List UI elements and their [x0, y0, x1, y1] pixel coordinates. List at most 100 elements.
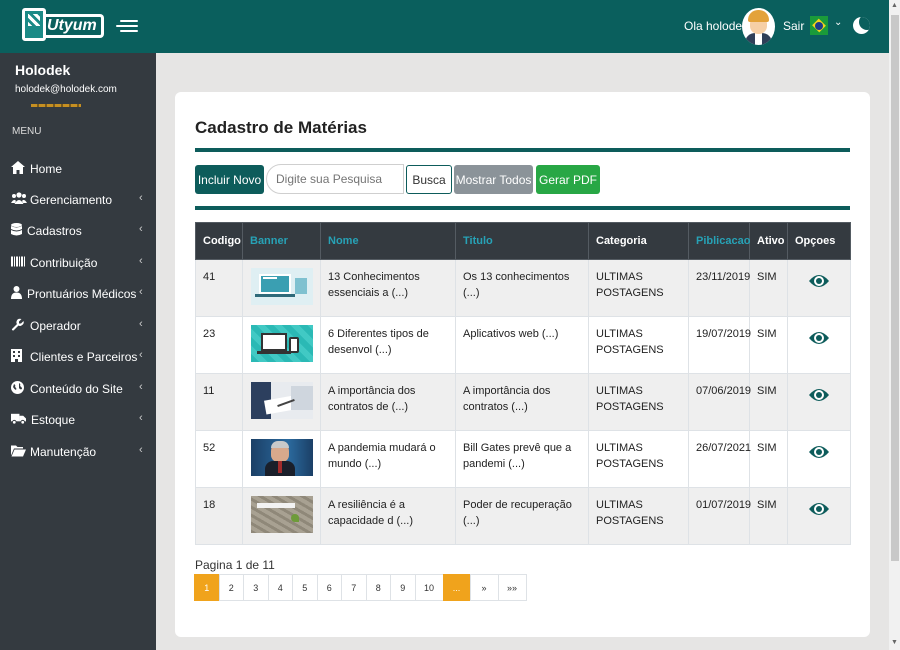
barcode-icon [11, 256, 25, 267]
add-new-button[interactable]: Incluir Novo [195, 165, 264, 194]
page-button[interactable]: 1 [194, 574, 220, 601]
top-bar: Utyum Ola holodek Sair ⌄ [0, 0, 889, 53]
page-button[interactable]: 4 [267, 574, 293, 601]
column-header-ativo[interactable]: Ativo [749, 222, 788, 260]
brazil-flag-icon[interactable] [810, 16, 828, 35]
page-button[interactable]: 8 [365, 574, 391, 601]
home-icon [11, 161, 25, 174]
sidebar-item-estoque[interactable]: Estoque ‹ [0, 404, 156, 434]
sidebar-item-gerenciamento[interactable]: Gerenciamento ‹ [0, 184, 156, 214]
cell-publicacao: 26/07/2021 [688, 430, 751, 488]
sidebar-item-label: Prontuários Médicos [27, 287, 137, 301]
page-button[interactable]: 2 [218, 574, 244, 601]
cell-ativo: SIM [749, 259, 788, 317]
user-name: Holodek [15, 62, 71, 78]
sidebar: Holodek holodek@holodek.com MENU Home Ge… [0, 53, 156, 650]
page-button[interactable]: 6 [316, 574, 342, 601]
scrollbar-thumb[interactable] [891, 15, 899, 561]
banner-thumbnail[interactable] [251, 268, 313, 305]
page-button[interactable]: 9 [390, 574, 416, 601]
page-button[interactable]: 5 [292, 574, 318, 601]
cell-nome: A pandemia mudará o mundo (...) [320, 430, 456, 488]
chevron-left-icon: ‹ [139, 412, 143, 424]
cell-codigo: 52 [195, 430, 243, 488]
sidebar-item-label: Gerenciamento [30, 193, 113, 207]
cell-nome: A importância dos contratos de (...) [320, 373, 456, 431]
sidebar-item-home[interactable]: Home [0, 153, 156, 183]
user-md-icon [11, 286, 22, 299]
banner-thumbnail[interactable] [251, 439, 313, 476]
scroll-down-icon[interactable]: ▼ [891, 639, 898, 646]
cell-ativo: SIM [749, 430, 788, 488]
generate-pdf-button[interactable]: Gerar PDF [536, 165, 600, 194]
cell-publicacao: 01/07/2019 [688, 487, 751, 545]
sidebar-item-manutencao[interactable]: Manutenção ‹ [0, 436, 156, 466]
cell-categoria: ULTIMAS POSTAGENS [588, 316, 689, 374]
page-button[interactable]: 3 [243, 574, 269, 601]
sidebar-item-prontuarios[interactable]: Prontuários Médicos ‹ [0, 278, 156, 308]
sidebar-item-contribuicao[interactable]: Contribuição ‹ [0, 247, 156, 277]
logout-link[interactable]: Sair [783, 19, 804, 33]
chevron-left-icon: ‹ [139, 444, 143, 456]
menu-section-label: MENU [12, 126, 42, 137]
view-eye-icon[interactable] [808, 385, 830, 405]
cell-nome: 13 Conhecimentos essenciais a (...) [320, 259, 456, 317]
sidebar-item-clientes[interactable]: Clientes e Parceiros ‹ [0, 341, 156, 371]
cell-categoria: ULTIMAS POSTAGENS [588, 259, 689, 317]
column-header-codigo[interactable]: Codigo [195, 222, 243, 260]
toolbar-divider [195, 206, 850, 210]
sidebar-item-operador[interactable]: Operador ‹ [0, 310, 156, 340]
pagination-info: Pagina 1 de 11 [195, 558, 275, 572]
last-page-button[interactable]: »» [497, 574, 527, 601]
cell-codigo: 18 [195, 487, 243, 545]
avatar[interactable] [742, 8, 775, 45]
cell-titulo: Bill Gates prevê que a pandemi (...) [455, 430, 589, 488]
search-button[interactable]: Busca [406, 165, 452, 194]
menu-toggle-icon[interactable] [116, 17, 138, 35]
cell-categoria: ULTIMAS POSTAGENS [588, 373, 689, 431]
cell-banner [242, 430, 321, 488]
chevron-down-icon[interactable]: ⌄ [834, 17, 842, 28]
cell-ativo: SIM [749, 487, 788, 545]
page-scrollbar[interactable]: ▲ ▼ [889, 0, 900, 650]
sidebar-item-cadastros[interactable]: Cadastros ‹ [0, 215, 156, 245]
title-divider [195, 148, 850, 152]
view-eye-icon[interactable] [808, 328, 830, 348]
page-button[interactable]: 7 [341, 574, 367, 601]
column-header-banner[interactable]: Banner [242, 222, 321, 260]
view-eye-icon[interactable] [808, 442, 830, 462]
cell-opcoes [787, 316, 851, 374]
banner-thumbnail[interactable] [251, 496, 313, 533]
database-icon [11, 223, 22, 236]
cell-publicacao: 19/07/2019 [688, 316, 751, 374]
column-header-nome[interactable]: Nome [320, 222, 456, 260]
user-email: holodek@holodek.com [15, 84, 117, 95]
moon-icon[interactable] [853, 17, 870, 34]
materias-table: Codigo Banner Nome Titulo Categoria Pibl… [195, 222, 851, 545]
search-input[interactable] [266, 164, 404, 194]
column-header-categoria[interactable]: Categoria [588, 222, 689, 260]
cell-titulo: Poder de recuperação (...) [455, 487, 589, 545]
truck-icon [11, 413, 26, 425]
banner-thumbnail[interactable] [251, 325, 313, 362]
banner-thumbnail[interactable] [251, 382, 313, 419]
cell-banner [242, 259, 321, 317]
sidebar-item-conteudo[interactable]: Conteúdo do Site ‹ [0, 373, 156, 403]
cell-codigo: 11 [195, 373, 243, 431]
column-header-titulo[interactable]: Titulo [455, 222, 589, 260]
view-eye-icon[interactable] [808, 271, 830, 291]
page-button[interactable]: 10 [414, 574, 444, 601]
cell-codigo: 41 [195, 259, 243, 317]
brand-logo[interactable]: Utyum [22, 8, 104, 41]
table-row: 23 6 Diferentes tipos de desenvol (...) … [195, 316, 851, 374]
page-ellipsis-button[interactable]: ... [442, 574, 471, 601]
cell-nome: A resiliência é a capacidade d (...) [320, 487, 456, 545]
building-icon [11, 349, 22, 362]
scroll-up-icon[interactable]: ▲ [891, 2, 898, 9]
show-all-button[interactable]: Mostrar Todos [454, 165, 533, 194]
column-header-publicacao[interactable]: Piblicacao [688, 222, 750, 260]
next-page-button[interactable]: » [469, 574, 499, 601]
table-header-row: Codigo Banner Nome Titulo Categoria Pibl… [195, 222, 851, 260]
chevron-left-icon: ‹ [139, 286, 143, 298]
view-eye-icon[interactable] [808, 499, 830, 519]
